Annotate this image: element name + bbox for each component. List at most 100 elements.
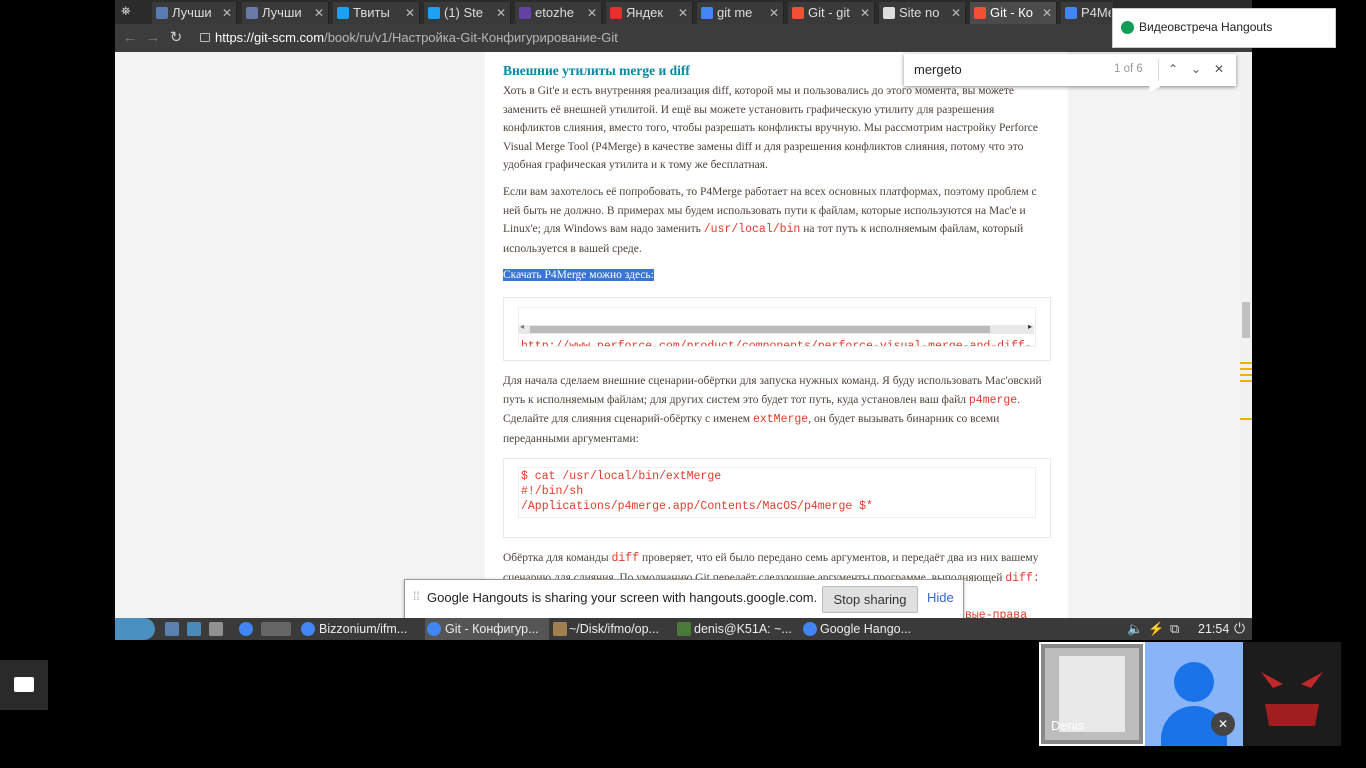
browser-tab[interactable]: git me ✕: [697, 2, 784, 24]
tab-title: P4Me: [1081, 5, 1111, 20]
browser-tab[interactable]: Яндек ✕: [606, 2, 693, 24]
inline-code: diff: [611, 552, 640, 565]
scrollbar-thumb[interactable]: [1242, 302, 1250, 338]
tab-close-icon[interactable]: ✕: [405, 2, 415, 24]
taskbar-item[interactable]: denis@K51A: ~...: [677, 618, 801, 640]
taskbar-item[interactable]: Bizzonium/ifm...: [301, 618, 421, 640]
browser-tab[interactable]: Git - git ✕: [788, 2, 875, 24]
chrome-icon[interactable]: [239, 622, 253, 636]
browser-tab[interactable]: (1) Ste ✕: [424, 2, 511, 24]
hangouts-icon: [1121, 21, 1134, 34]
back-arrow-icon[interactable]: ←: [121, 29, 139, 47]
hangouts-window-tooltip[interactable]: Видеовстреча Hangouts: [1112, 8, 1336, 48]
tab-close-icon[interactable]: ✕: [860, 2, 870, 24]
incognito-icon: ⛯: [121, 4, 131, 18]
browser-tab[interactable]: Site no ✕: [879, 2, 966, 24]
paragraph-selected: Скачать P4Merge можно здесь:: [503, 266, 1049, 285]
chrome-icon: [427, 622, 441, 636]
tab-favicon-icon: [156, 7, 168, 19]
tab-title: Твиты: [353, 5, 390, 20]
hide-button[interactable]: Hide: [927, 590, 954, 605]
clock: 21:54: [1198, 622, 1230, 636]
tab-close-icon[interactable]: ✕: [222, 2, 232, 24]
taskbar: Bizzonium/ifm... Git - Конфигур... ~/Dis…: [115, 618, 1252, 640]
tab-close-icon[interactable]: ✕: [314, 2, 324, 24]
tab-close-icon[interactable]: ✕: [769, 2, 779, 24]
close-icon[interactable]: ✕: [1210, 60, 1228, 78]
tab-close-icon[interactable]: ✕: [1042, 2, 1052, 24]
chat-button[interactable]: [0, 660, 48, 710]
taskbar-item[interactable]: Google Hango...: [803, 618, 927, 640]
window-icon[interactable]: [209, 622, 223, 636]
chat-icon: [14, 677, 34, 692]
tab-title: Site no: [899, 5, 940, 20]
participant-thumbnail[interactable]: [1243, 642, 1341, 746]
browser-tab[interactable]: P4Me: [1061, 2, 1114, 24]
scrollbar-thumb[interactable]: [530, 326, 990, 333]
screen-share-bar: ⁞⁞ Google Hangouts is sharing your scree…: [404, 579, 964, 619]
participant-thumbnail[interactable]: Denis: [1039, 642, 1145, 746]
power-icon[interactable]: ⏻: [1234, 620, 1245, 637]
browser-tab[interactable]: etozhe ✕: [515, 2, 602, 24]
git-icon: [792, 7, 804, 19]
git-icon: [974, 7, 986, 19]
url-host: https://git-scm.com: [215, 30, 325, 45]
vertical-scrollbar[interactable]: [1240, 54, 1252, 618]
folder-icon: [553, 622, 567, 636]
workspace-icon[interactable]: [261, 622, 291, 636]
tab-title: Git - Ко: [990, 5, 1033, 20]
browser-tab[interactable]: Твиты ✕: [333, 2, 420, 24]
browser-tab[interactable]: Лучши ✕: [242, 2, 329, 24]
network-icon[interactable]: ⧉: [1170, 621, 1179, 637]
chevron-down-icon[interactable]: ⌄: [1187, 60, 1205, 78]
find-match-marker: [1240, 368, 1252, 370]
chevron-up-icon[interactable]: ⌃: [1164, 60, 1182, 78]
chrome-icon: [301, 622, 315, 636]
paragraph: Для начала сделаем внешние сценарии-обёр…: [503, 375, 1042, 445]
tab-title: etozhe: [535, 5, 575, 20]
code-line: #!/bin/sh: [521, 485, 584, 498]
scroll-left-icon[interactable]: ◂: [520, 322, 524, 331]
taskbar-item-active[interactable]: Git - Конфигур...: [425, 618, 549, 640]
start-menu-button[interactable]: [115, 618, 155, 640]
url-path: /book/ru/v1/Настройка-Git-Конфигурирован…: [324, 30, 618, 45]
yandex-icon: [610, 7, 622, 19]
tab-title: Git - git: [808, 5, 850, 20]
reload-icon[interactable]: ↻: [167, 29, 185, 47]
code-line: http://www.perforce.com/product/componen…: [521, 340, 1032, 347]
page-margin-left: [115, 52, 485, 618]
article-content-2: Для начала сделаем внешние сценарии-обёр…: [503, 372, 1049, 456]
tab-title: Лучши: [172, 5, 212, 20]
tab-close-icon[interactable]: ✕: [587, 2, 597, 24]
inline-code: p4merge: [968, 393, 1018, 407]
participant-thumbnail[interactable]: ✕: [1145, 642, 1243, 746]
avatar-head: [1174, 662, 1214, 702]
settings-icon[interactable]: [187, 622, 201, 636]
power-charge-icon[interactable]: ⚡: [1148, 621, 1164, 637]
taskbar-item[interactable]: ~/Disk/ifmo/op...: [551, 618, 673, 640]
tab-close-icon[interactable]: ✕: [951, 2, 961, 24]
address-bar[interactable]: https://git-scm.com/book/ru/v1/Настройка…: [215, 28, 1125, 48]
drag-handle-icon[interactable]: ⁞⁞: [413, 589, 420, 603]
browser-tab[interactable]: Лучши ✕: [152, 2, 237, 24]
find-input[interactable]: mergeto: [914, 62, 962, 77]
tab-close-icon[interactable]: ✕: [496, 2, 506, 24]
forward-arrow-icon[interactable]: →: [144, 29, 162, 47]
code-line: $ cat /usr/local/bin/extMerge: [521, 470, 722, 483]
tab-title: (1) Ste: [444, 5, 484, 20]
google-icon: [701, 7, 713, 19]
inline-code: diff:: [1005, 571, 1040, 585]
find-divider: [1158, 59, 1159, 81]
browser-tab-active[interactable]: Git - Ко ✕: [970, 2, 1057, 24]
tab-title: Яндек: [626, 5, 664, 20]
scroll-right-icon[interactable]: ▸: [1028, 322, 1032, 331]
stop-sharing-button[interactable]: Stop sharing: [822, 586, 918, 613]
tab-title: Лучши: [262, 5, 302, 20]
code-line: /Applications/p4merge.app/Contents/MacOS…: [521, 500, 873, 513]
volume-icon[interactable]: 🔈: [1127, 621, 1143, 637]
file-manager-icon[interactable]: [165, 622, 179, 636]
tab-close-icon[interactable]: ✕: [678, 2, 688, 24]
code-block-url: http://www.perforce.com/product/componen…: [503, 297, 1051, 361]
horizontal-scrollbar[interactable]: ◂ ▸: [518, 322, 1034, 334]
paragraph: Хоть в Git'е и есть внутренняя реализаци…: [503, 85, 1038, 172]
